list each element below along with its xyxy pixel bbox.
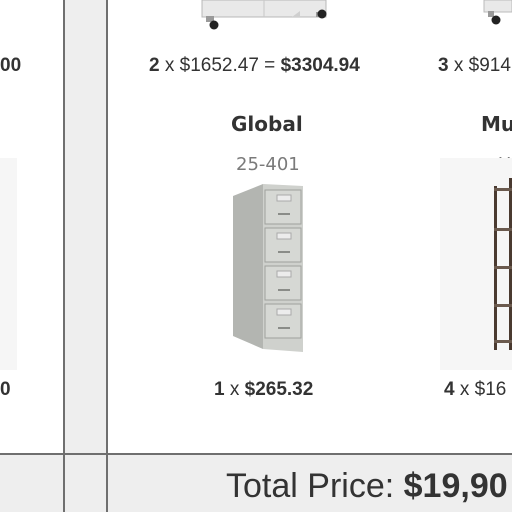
line-total: 2 x $1652.47 = $3304.94 bbox=[149, 55, 360, 76]
right-product-image-top[interactable] bbox=[478, 0, 512, 26]
right-line-price-top: 3 x $914 bbox=[438, 55, 511, 76]
total-price-value: $19,90 bbox=[403, 467, 508, 505]
total-price: Total Price: $19,90 bbox=[226, 467, 508, 506]
shelving-unit-image[interactable] bbox=[440, 158, 512, 370]
left-price-fragment: 00 bbox=[0, 55, 22, 76]
column-separator bbox=[64, 0, 108, 512]
divider-line bbox=[106, 0, 108, 512]
product-name[interactable]: Mu bbox=[481, 112, 512, 136]
left-product-image bbox=[0, 158, 17, 370]
mobile-cabinet-image[interactable] bbox=[200, 0, 330, 32]
line-price: 1 x $265.32 bbox=[214, 379, 314, 400]
divider-line bbox=[63, 0, 65, 512]
filing-cabinet-image[interactable] bbox=[233, 184, 305, 354]
product-sku: 25-401 bbox=[236, 154, 300, 175]
footer-divider bbox=[0, 453, 512, 455]
right-line-price-bottom: 4 x $16 bbox=[444, 379, 507, 400]
left-price-fragment-bottom: 0 bbox=[0, 379, 11, 400]
total-price-label: Total Price: bbox=[226, 467, 395, 505]
product-name[interactable]: Global bbox=[231, 112, 303, 136]
